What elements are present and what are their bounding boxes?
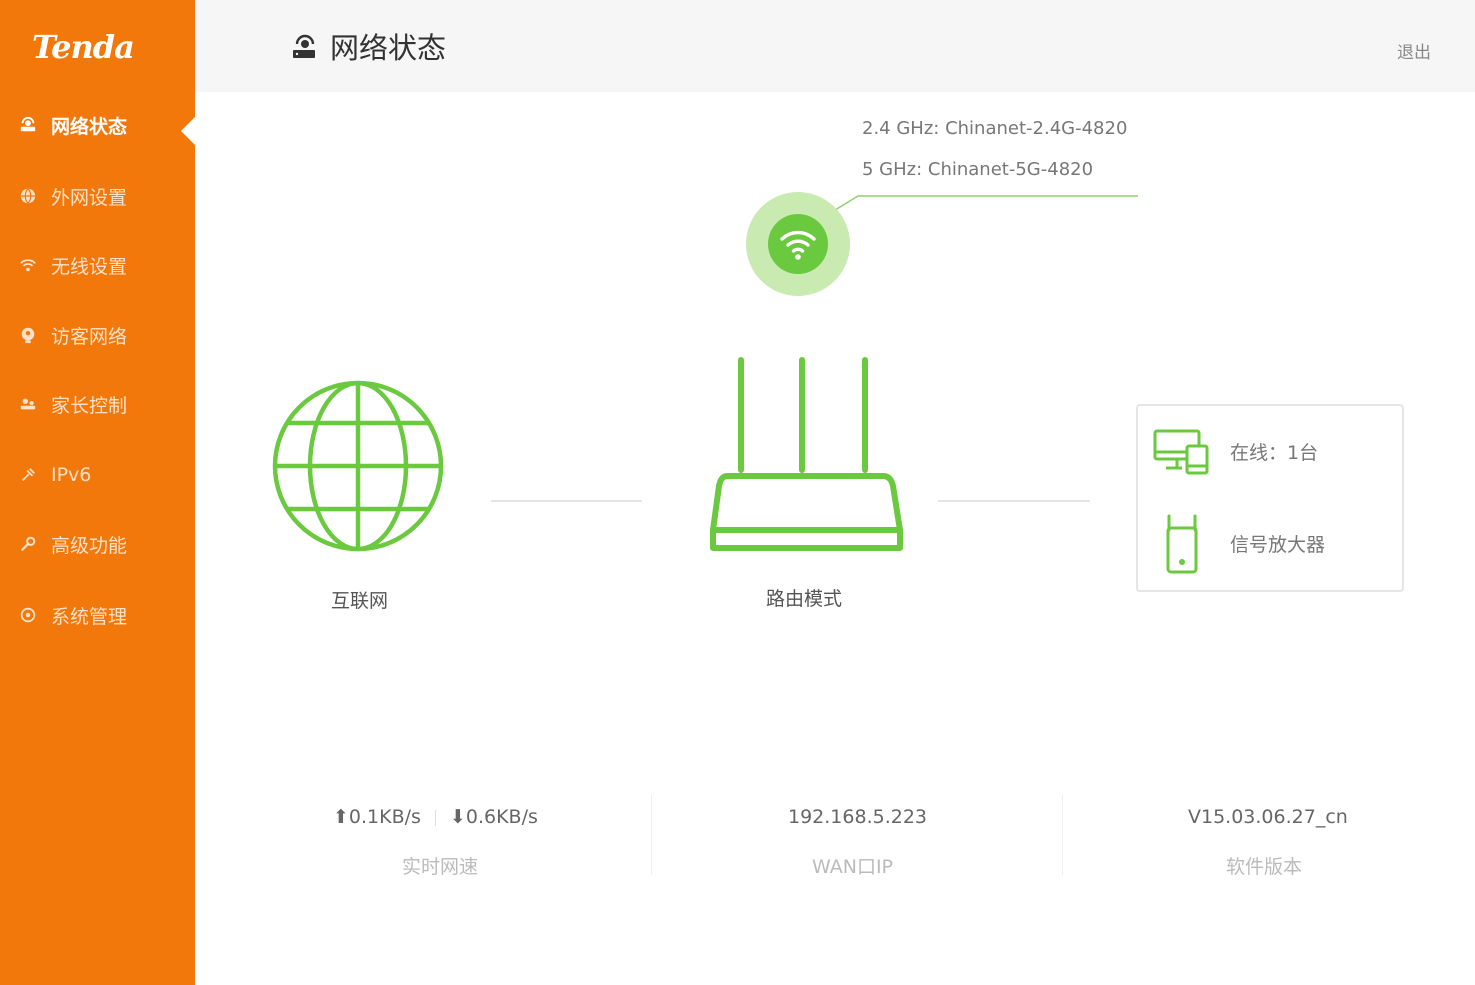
connected-devices-panel: 在线：1台 信号放大器 bbox=[1136, 404, 1404, 592]
sidebar-item-label: 高级功能 bbox=[51, 534, 128, 557]
router-icon bbox=[293, 34, 315, 58]
wifi-status-button[interactable] bbox=[746, 192, 850, 296]
sidebar-item-wireless-settings[interactable]: 无线设置 bbox=[0, 240, 195, 290]
wifi-icon bbox=[780, 230, 816, 260]
signal-extender-icon bbox=[1166, 514, 1198, 574]
sidebar-item-label: 外网设置 bbox=[51, 186, 128, 209]
wrench-icon bbox=[18, 534, 38, 554]
internet-globe-icon[interactable] bbox=[270, 378, 446, 554]
page-header: 网络状态 退出 bbox=[195, 0, 1475, 92]
sidebar: Tenda 网络状态 外网设置 无线设置 访客网络 家长控制 IPv6 高级功能… bbox=[0, 0, 195, 985]
sidebar-item-label: 无线设置 bbox=[51, 255, 128, 278]
signal-extender-label[interactable]: 信号放大器 bbox=[1230, 530, 1325, 557]
firmware-version-value: V15.03.06.27_cn bbox=[1188, 806, 1348, 828]
page-title: 网络状态 bbox=[330, 31, 447, 65]
router-icon bbox=[18, 115, 38, 135]
router-mode-label: 路由模式 bbox=[766, 588, 843, 610]
connection-line-devices bbox=[938, 500, 1090, 502]
realtime-speed-label: 实时网速 bbox=[402, 856, 479, 878]
router-device-icon[interactable] bbox=[705, 352, 905, 557]
wifi-ssid-5: 5 GHz: Chinanet-5G-4820 bbox=[862, 159, 1094, 180]
stat-divider bbox=[1062, 795, 1063, 875]
devices-icon bbox=[1153, 429, 1209, 475]
sidebar-item-guest-network[interactable]: 访客网络 bbox=[0, 310, 195, 360]
online-devices-label[interactable]: 在线：1台 bbox=[1230, 438, 1318, 465]
sidebar-item-system-management[interactable]: 系统管理 bbox=[0, 590, 195, 640]
logout-button[interactable]: 退出 bbox=[1397, 38, 1431, 63]
download-arrow-icon: ⬇ bbox=[449, 806, 466, 828]
speed-divider bbox=[434, 809, 436, 826]
sidebar-item-network-status[interactable]: 网络状态 bbox=[0, 100, 195, 150]
tenda-logo[interactable]: Tenda bbox=[32, 28, 135, 66]
upload-arrow-icon: ⬆ bbox=[333, 806, 349, 828]
wifi-icon-circle bbox=[768, 214, 828, 274]
wifi-icon bbox=[18, 255, 38, 275]
sidebar-item-parental-control[interactable]: 家长控制 bbox=[0, 379, 195, 429]
sidebar-item-label: 家长控制 bbox=[51, 394, 128, 417]
wan-ip-label: WAN口IP bbox=[812, 856, 894, 878]
sidebar-item-label: 访客网络 bbox=[51, 325, 128, 348]
sidebar-item-label: IPv6 bbox=[51, 464, 92, 486]
download-speed: 0.6KB/s bbox=[465, 806, 538, 828]
wifi-ssid-24: 2.4 GHz: Chinanet-2.4G-4820 bbox=[862, 118, 1128, 139]
settings-icon bbox=[18, 605, 38, 625]
guest-icon bbox=[18, 325, 38, 345]
internet-label: 互联网 bbox=[331, 590, 389, 612]
online-devices-row[interactable] bbox=[1152, 428, 1212, 476]
stat-divider bbox=[651, 795, 652, 875]
upload-speed: 0.1KB/s bbox=[348, 806, 421, 828]
ipv6-icon bbox=[18, 465, 38, 485]
globe-icon bbox=[18, 186, 38, 206]
firmware-version-label: 软件版本 bbox=[1226, 856, 1303, 878]
wan-ip-value: 192.168.5.223 bbox=[788, 806, 928, 828]
parental-control-icon bbox=[18, 394, 38, 414]
app-window: Tenda 网络状态 外网设置 无线设置 访客网络 家长控制 IPv6 高级功能… bbox=[0, 0, 1475, 985]
active-indicator bbox=[181, 117, 195, 145]
sidebar-item-ipv6[interactable]: IPv6 bbox=[0, 450, 195, 500]
sidebar-item-label: 系统管理 bbox=[51, 605, 128, 628]
sidebar-item-wan-settings[interactable]: 外网设置 bbox=[0, 171, 195, 221]
sidebar-item-advanced[interactable]: 高级功能 bbox=[0, 519, 195, 569]
wifi-leader-line bbox=[821, 195, 1138, 219]
connection-line-internet bbox=[491, 500, 642, 502]
sidebar-item-label: 网络状态 bbox=[51, 115, 128, 138]
realtime-speed-value: ⬆0.1KB/s ⬇0.6KB/s bbox=[333, 806, 538, 828]
extender-row[interactable] bbox=[1152, 512, 1212, 576]
